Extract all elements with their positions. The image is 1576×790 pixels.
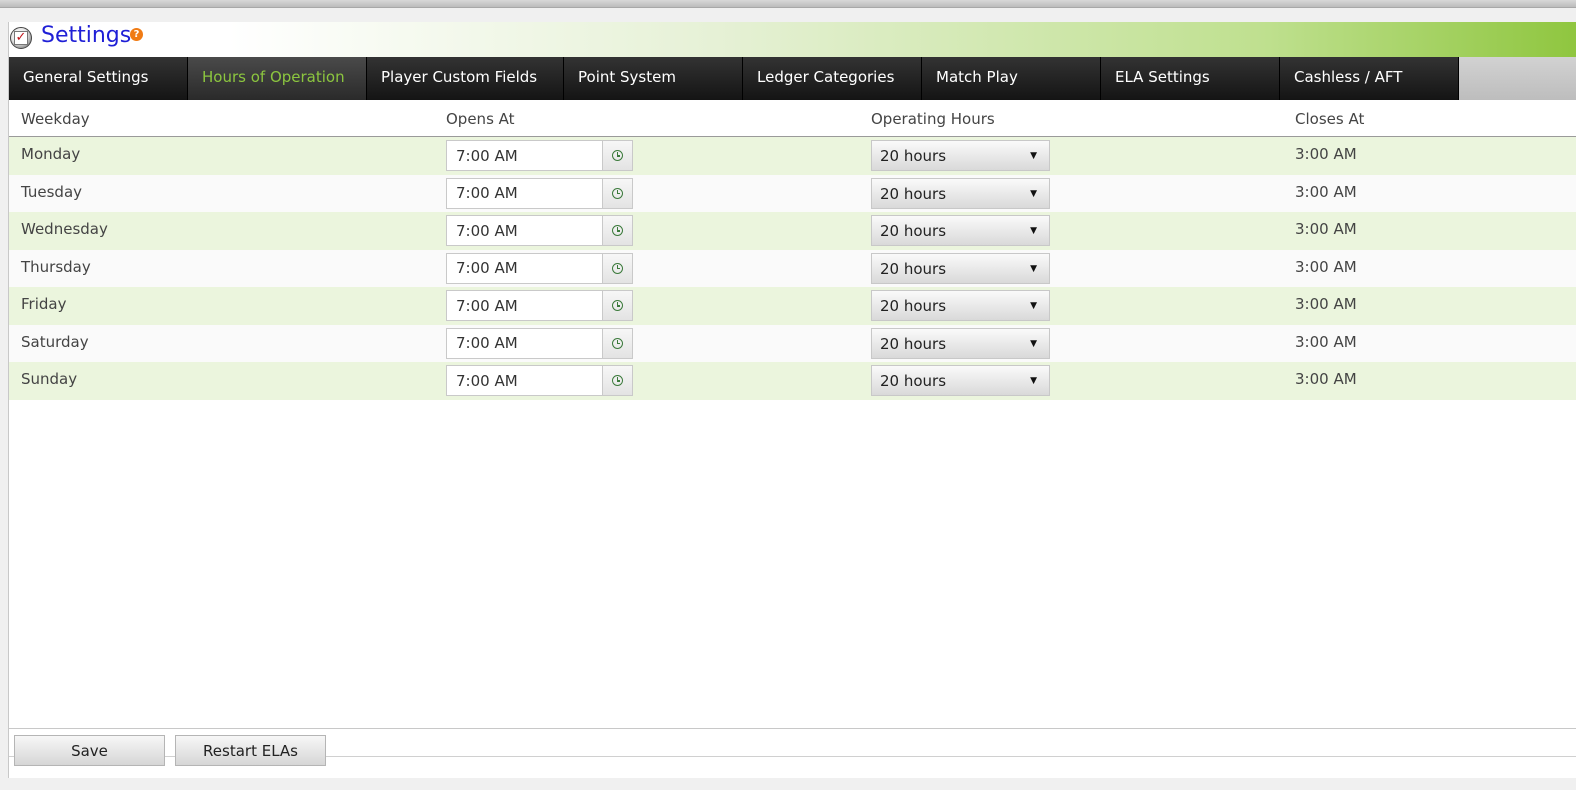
operating-hours-select[interactable]: 20 hours ▼ xyxy=(871,252,1050,284)
table-row: Monday 20 hours▼ 3:00 AM xyxy=(9,137,1576,175)
clock-icon xyxy=(612,262,623,274)
closes-at-cell: 3:00 AM xyxy=(1295,182,1357,201)
triangle-down-icon: ▼ xyxy=(1030,376,1037,386)
closes-at-cell: 3:00 AM xyxy=(1295,295,1357,313)
triangle-down-icon: ▼ xyxy=(1030,226,1037,236)
table-row: Sunday 20 hours▼ 3:00 AM xyxy=(9,362,1576,400)
header-weekday: Weekday xyxy=(21,110,90,128)
time-picker-button[interactable] xyxy=(602,140,633,171)
opens-at-input[interactable] xyxy=(446,140,603,171)
help-icon[interactable]: ? xyxy=(130,28,143,41)
table-row: Tuesday 20 hours▼ 3:00 AM xyxy=(9,174,1576,212)
time-picker-button[interactable] xyxy=(602,177,633,209)
clock-icon xyxy=(612,375,623,386)
triangle-down-icon: ▼ xyxy=(1030,301,1037,311)
opens-at-input[interactable] xyxy=(446,365,603,396)
tab-hours-of-operation[interactable]: Hours of Operation xyxy=(188,57,367,100)
triangle-down-icon: ▼ xyxy=(1030,338,1037,349)
time-picker-button[interactable] xyxy=(602,252,633,284)
tab-general-settings[interactable]: General Settings xyxy=(9,57,188,100)
settings-panel: ✓ Settings ? General Settings Hours of O… xyxy=(8,22,1576,778)
table-row: Wednesday 20 hours▼ 3:00 AM xyxy=(9,212,1576,250)
opens-at-input[interactable] xyxy=(446,215,603,246)
operating-hours-select[interactable]: 20 hours ▼ xyxy=(871,140,1050,171)
panel-header: ✓ Settings ? xyxy=(9,22,1576,57)
settings-check-icon: ✓ xyxy=(10,27,32,49)
clock-icon xyxy=(612,337,623,349)
triangle-down-icon: ▼ xyxy=(1030,263,1037,274)
opens-at-input[interactable] xyxy=(446,252,603,284)
time-picker-button[interactable] xyxy=(602,290,633,321)
restart-elas-button[interactable]: Restart ELAs xyxy=(175,735,326,766)
tab-cashless-aft[interactable]: Cashless / AFT xyxy=(1280,57,1459,100)
operating-hours-select[interactable]: 20 hours ▼ xyxy=(871,365,1050,396)
closes-at-cell: 3:00 AM xyxy=(1295,257,1357,276)
tab-player-custom-fields[interactable]: Player Custom Fields xyxy=(367,57,564,100)
table-row: Thursday 20 hours▼ 3:00 AM xyxy=(9,249,1576,287)
weekday-cell: Tuesday xyxy=(21,182,83,201)
time-picker-button[interactable] xyxy=(602,365,633,396)
header-operating-hours: Operating Hours xyxy=(871,110,995,128)
table-row: Saturday 20 hours▼ 3:00 AM xyxy=(9,324,1576,362)
save-button[interactable]: Save xyxy=(14,735,165,766)
triangle-down-icon: ▼ xyxy=(1030,188,1037,199)
weekday-cell: Thursday xyxy=(21,257,91,276)
closes-at-cell: 3:00 AM xyxy=(1295,370,1357,388)
header-opens-at: Opens At xyxy=(446,110,515,128)
browser-top-strip xyxy=(0,0,1576,8)
tab-bar: General Settings Hours of Operation Play… xyxy=(9,57,1576,100)
clock-icon xyxy=(612,150,623,161)
tab-ledger-categories[interactable]: Ledger Categories xyxy=(743,57,922,100)
operating-hours-select[interactable]: 20 hours ▼ xyxy=(871,215,1050,246)
footer-bar: Save Restart ELAs xyxy=(9,728,1576,778)
table-header: Weekday Opens At Operating Hours Closes … xyxy=(9,100,1576,137)
closes-at-cell: 3:00 AM xyxy=(1295,220,1357,238)
operating-hours-select[interactable]: 20 hours ▼ xyxy=(871,290,1050,321)
weekday-cell: Sunday xyxy=(21,370,78,388)
page-title: Settings xyxy=(41,23,132,48)
header-closes-at: Closes At xyxy=(1295,110,1365,128)
clock-icon xyxy=(612,300,623,311)
operating-hours-select[interactable]: 20 hours ▼ xyxy=(871,177,1050,209)
tab-point-system[interactable]: Point System xyxy=(564,57,743,100)
time-picker-button[interactable] xyxy=(602,327,633,359)
clock-icon xyxy=(612,187,623,199)
weekday-cell: Monday xyxy=(21,145,81,163)
operating-hours-select[interactable]: 20 hours ▼ xyxy=(871,327,1050,359)
opens-at-input[interactable] xyxy=(446,290,603,321)
table-row: Friday 20 hours▼ 3:00 AM xyxy=(9,287,1576,325)
tab-ela-settings[interactable]: ELA Settings xyxy=(1101,57,1280,100)
opens-at-input[interactable] xyxy=(446,327,603,359)
time-picker-button[interactable] xyxy=(602,215,633,246)
tab-match-play[interactable]: Match Play xyxy=(922,57,1101,100)
triangle-down-icon: ▼ xyxy=(1030,151,1037,161)
clock-icon xyxy=(612,225,623,236)
closes-at-cell: 3:00 AM xyxy=(1295,332,1357,351)
weekday-cell: Saturday xyxy=(21,332,89,351)
weekday-cell: Wednesday xyxy=(21,220,108,238)
opens-at-input[interactable] xyxy=(446,177,603,209)
closes-at-cell: 3:00 AM xyxy=(1295,145,1357,163)
weekday-cell: Friday xyxy=(21,295,67,313)
